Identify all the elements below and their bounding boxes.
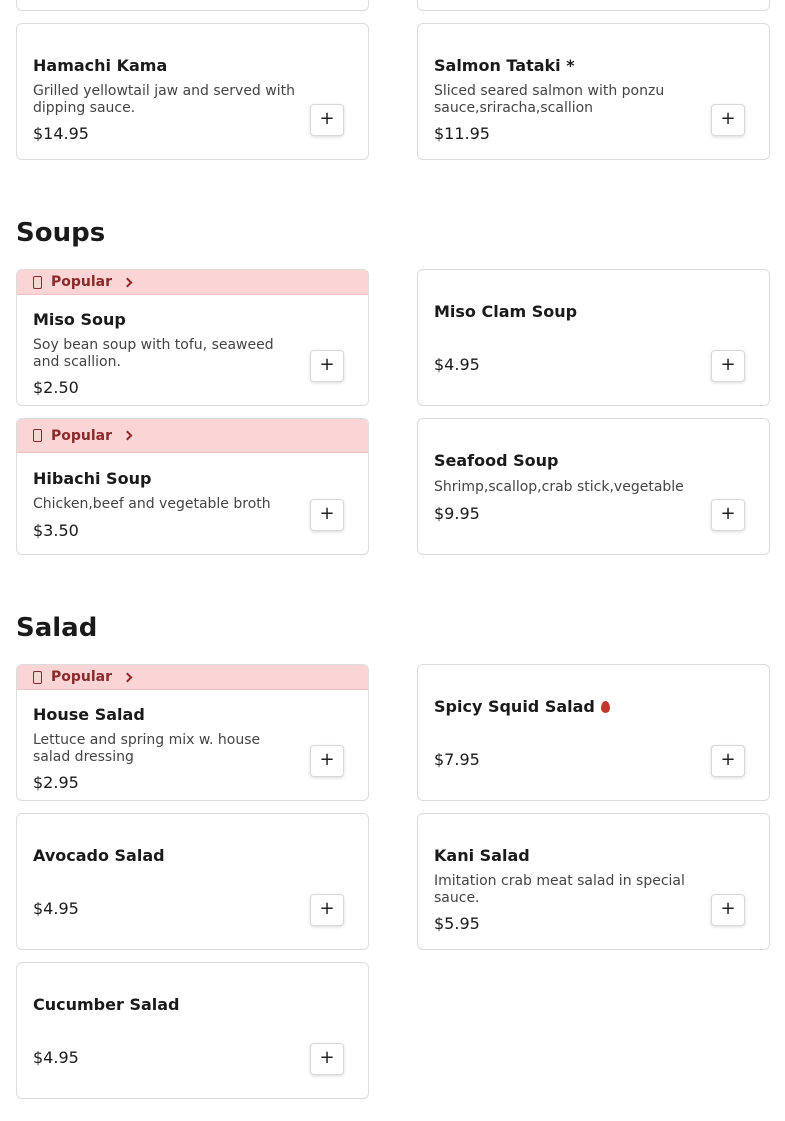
popular-badge[interactable]: Popular <box>17 665 368 690</box>
add-button[interactable]: + <box>310 350 344 382</box>
menu-item-salmon-tataki[interactable]: Salmon Tataki * Sliced seared salmon wit… <box>417 23 770 160</box>
popular-label: Popular <box>51 669 113 685</box>
chevron-right-icon <box>122 672 133 682</box>
menu-item-hamachi-kama[interactable]: Hamachi Kama Grilled yellowtail jaw and … <box>16 23 369 160</box>
menu-item-spicy-squid-salad[interactable]: Spicy Squid Salad $7.95 + <box>417 664 770 801</box>
add-button[interactable]: + <box>310 1043 344 1075</box>
item-price: $4.95 <box>33 899 79 918</box>
item-name: Spicy Squid Salad <box>434 697 610 716</box>
item-price: $4.95 <box>33 1048 79 1067</box>
popular-icon <box>33 429 42 442</box>
item-name: Salmon Tataki * <box>434 56 575 75</box>
item-name: House Salad <box>33 705 145 724</box>
menu-item-card-partial[interactable] <box>417 0 770 11</box>
section-title-salad: Salad <box>16 613 98 643</box>
section-title-soups: Soups <box>16 218 106 248</box>
item-price: $7.95 <box>434 750 480 769</box>
item-description: Imitation crab meat salad in special sau… <box>434 873 685 906</box>
popular-label: Popular <box>51 274 113 290</box>
item-description: Grilled yellowtail jaw and served with d… <box>33 83 295 116</box>
item-price: $11.95 <box>434 124 490 143</box>
menu-item-kani-salad[interactable]: Kani Salad Imitation crab meat salad in … <box>417 813 770 950</box>
add-button[interactable]: + <box>310 894 344 926</box>
menu-item-seafood-soup[interactable]: Seafood Soup Shrimp,scallop,crab stick,v… <box>417 418 770 555</box>
chevron-right-icon <box>122 430 133 441</box>
menu-item-miso-clam-soup[interactable]: Miso Clam Soup $4.95 + <box>417 269 770 406</box>
add-button[interactable]: + <box>310 104 344 136</box>
menu-item-card-partial[interactable] <box>16 0 369 11</box>
add-button[interactable]: + <box>711 499 745 531</box>
item-name: Avocado Salad <box>33 846 165 865</box>
item-description: Sliced seared salmon with ponzu sauce,sr… <box>434 83 665 116</box>
item-name-text: Spicy Squid Salad <box>434 697 595 716</box>
item-price: $9.95 <box>434 504 480 523</box>
popular-icon <box>33 275 42 289</box>
item-description: Soy bean soup with tofu, seaweed and sca… <box>33 337 274 370</box>
menu-item-miso-soup[interactable]: Popular Miso Soup Soy bean soup with tof… <box>16 269 369 406</box>
add-button[interactable]: + <box>711 104 745 136</box>
item-price: $14.95 <box>33 124 89 143</box>
menu-item-house-salad[interactable]: Popular House Salad Lettuce and spring m… <box>16 664 369 801</box>
item-name: Miso Clam Soup <box>434 302 578 321</box>
add-button[interactable]: + <box>310 745 344 777</box>
item-price: $3.50 <box>33 521 79 540</box>
item-name: Miso Soup <box>33 310 126 329</box>
popular-badge[interactable]: Popular <box>17 270 368 295</box>
menu-item-hibachi-soup[interactable]: Popular Hibachi Soup Chicken,beef and ve… <box>16 418 369 555</box>
item-price: $4.95 <box>434 355 480 374</box>
menu-item-avocado-salad[interactable]: Avocado Salad $4.95 + <box>16 813 369 950</box>
chevron-right-icon <box>122 277 133 287</box>
chili-pepper-icon <box>600 701 610 713</box>
menu-item-cucumber-salad[interactable]: Cucumber Salad $4.95 + <box>16 962 369 1099</box>
item-price: $2.50 <box>33 378 79 397</box>
popular-label: Popular <box>51 427 113 444</box>
item-name: Hamachi Kama <box>33 56 168 75</box>
item-description: Chicken,beef and vegetable broth <box>33 496 271 512</box>
item-name: Cucumber Salad <box>33 995 180 1014</box>
item-description: Shrimp,scallop,crab stick,vegetable <box>434 479 684 495</box>
item-price: $5.95 <box>434 914 480 933</box>
item-name: Hibachi Soup <box>33 469 152 488</box>
popular-badge[interactable]: Popular <box>17 419 368 453</box>
add-button[interactable]: + <box>310 499 344 531</box>
item-name: Seafood Soup <box>434 451 559 470</box>
add-button[interactable]: + <box>711 350 745 382</box>
item-price: $2.95 <box>33 773 79 792</box>
item-name: Kani Salad <box>434 846 530 865</box>
add-button[interactable]: + <box>711 745 745 777</box>
add-button[interactable]: + <box>711 894 745 926</box>
popular-icon <box>33 670 42 684</box>
item-description: Lettuce and spring mix w. house salad dr… <box>33 732 261 765</box>
